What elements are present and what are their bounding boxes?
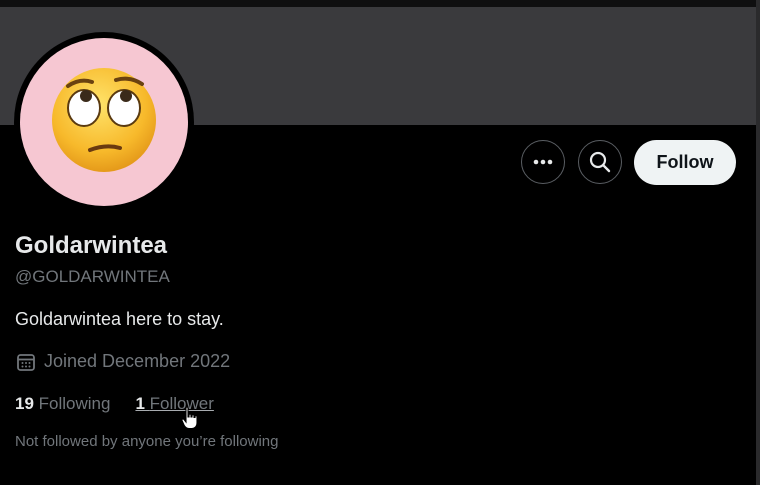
- follow-button[interactable]: Follow: [634, 140, 736, 185]
- following-label: Following: [38, 394, 111, 413]
- user-handle: @GOLDARWINTEA: [15, 267, 170, 286]
- display-name: Goldarwintea: [15, 232, 168, 259]
- not-followed-note: Not followed by anyone you’re following: [15, 433, 279, 450]
- follow-stats: 19 Following 1 Follower: [15, 394, 239, 414]
- joined-label: Joined December 2022: [44, 351, 231, 371]
- following-link[interactable]: 19 Following: [15, 394, 110, 414]
- following-count: 19: [15, 394, 39, 413]
- search-button[interactable]: [578, 140, 622, 184]
- profile-bio: Goldarwintea here to stay.: [15, 309, 224, 329]
- scrollbar[interactable]: [756, 0, 760, 485]
- profile-page: Follow Goldarwintea @GOLDARWINTEA Goldar…: [0, 0, 760, 485]
- top-bar: [0, 0, 760, 7]
- avatar[interactable]: [20, 38, 188, 206]
- more-icon: [533, 159, 553, 165]
- calendar-icon: [16, 352, 36, 372]
- more-button[interactable]: [521, 140, 565, 184]
- joined-date: Joined December 2022: [16, 351, 230, 372]
- hand-cursor-icon: [181, 406, 199, 435]
- followers-link[interactable]: 1 Follower: [135, 394, 213, 414]
- followers-count: 1: [135, 394, 150, 413]
- search-icon: [589, 151, 611, 173]
- eye-roll-emoji-icon: [52, 68, 156, 172]
